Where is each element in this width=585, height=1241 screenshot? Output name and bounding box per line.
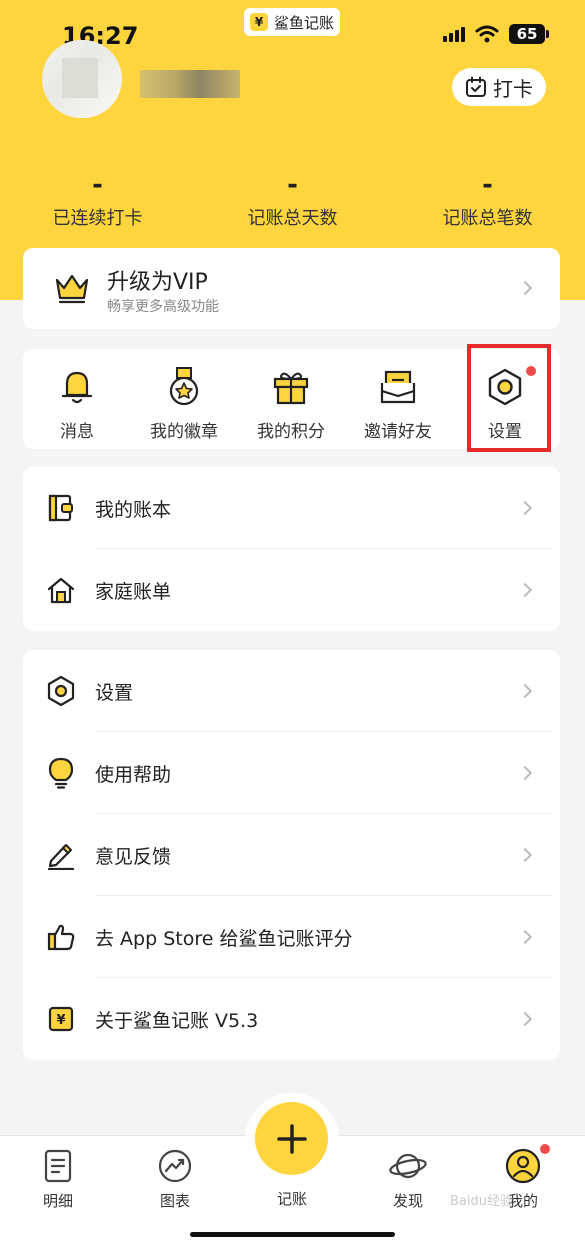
list-item-my-ledger[interactable]: 我的账本 xyxy=(23,467,560,549)
stat-label: 记账总天数 xyxy=(247,208,338,229)
yen-icon: ¥ xyxy=(250,13,268,31)
bell-icon xyxy=(61,371,93,404)
tab-label: 明细 xyxy=(42,1192,73,1210)
chevron-right-icon xyxy=(517,582,533,598)
stat-value: - xyxy=(482,170,493,200)
tab-label: 图表 xyxy=(159,1192,190,1210)
quick-label: 我的徽章 xyxy=(150,422,218,442)
quick-item-messages[interactable]: 消息 xyxy=(27,365,127,442)
chevron-right-icon xyxy=(517,847,533,863)
status-indicators: 65 xyxy=(443,24,549,44)
medal-icon xyxy=(169,367,199,406)
tab-charts[interactable]: 图表 xyxy=(130,1148,220,1211)
settings-highlight-box xyxy=(467,344,551,452)
plus-icon xyxy=(276,1123,307,1154)
stat-value: - xyxy=(287,170,298,200)
stat-total-days[interactable]: - 记账总天数 xyxy=(195,170,390,230)
user-icon xyxy=(505,1148,541,1184)
tab-details[interactable]: 明细 xyxy=(13,1148,103,1211)
add-record-button[interactable] xyxy=(255,1102,328,1175)
stat-label: 记账总笔数 xyxy=(442,208,533,229)
vip-upgrade-card[interactable]: 升级为VIP 畅享更多高级功能 xyxy=(23,248,560,329)
avatar[interactable] xyxy=(42,40,122,118)
quick-label: 消息 xyxy=(60,422,94,442)
svg-text:¥: ¥ xyxy=(56,1013,65,1028)
quick-item-invite[interactable]: 邀请好友 xyxy=(348,365,448,442)
stats-row: - 已连续打卡 - 记账总天数 - 记账总笔数 xyxy=(0,170,585,230)
checkin-label: 打卡 xyxy=(493,76,533,101)
chevron-right-icon xyxy=(517,683,533,699)
envelope-icon xyxy=(380,370,416,404)
yen-badge-icon: ¥ xyxy=(48,1006,74,1032)
chevron-right-icon xyxy=(517,280,533,296)
user-name-blurred xyxy=(140,70,240,98)
quick-item-badges[interactable]: 我的徽章 xyxy=(134,365,234,442)
list-item-help[interactable]: 使用帮助 xyxy=(23,732,560,814)
house-icon xyxy=(47,577,75,604)
app-return-pill[interactable]: ¥ 鲨鱼记账 xyxy=(244,8,340,36)
gift-icon xyxy=(273,372,309,405)
tab-label: 记账 xyxy=(276,1190,307,1208)
home-indicator xyxy=(190,1232,395,1237)
stat-total-entries[interactable]: - 记账总笔数 xyxy=(390,170,585,230)
quick-label: 邀请好友 xyxy=(364,422,432,442)
chevron-right-icon xyxy=(517,500,533,516)
lightbulb-icon xyxy=(48,757,74,789)
list-item-label: 家庭账单 xyxy=(95,581,172,603)
general-list-card: 设置 使用帮助 意见反馈 去 App Store 给鲨鱼记账评分 ¥ 关于鲨鱼记… xyxy=(23,650,560,1060)
quick-item-points[interactable]: 我的积分 xyxy=(241,365,341,442)
vip-subtitle: 畅享更多高级功能 xyxy=(107,299,219,315)
settings-icon xyxy=(47,675,75,707)
list-item-about[interactable]: ¥ 关于鲨鱼记账 V5.3 xyxy=(23,978,560,1060)
chart-icon xyxy=(158,1149,192,1183)
battery-icon: 65 xyxy=(509,24,549,44)
stat-value: - xyxy=(92,170,103,200)
quick-label: 我的积分 xyxy=(257,422,325,442)
tab-discover[interactable]: 发现 xyxy=(363,1148,453,1211)
signal-icon xyxy=(443,26,465,42)
app-pill-label: 鲨鱼记账 xyxy=(274,13,335,32)
document-icon xyxy=(44,1149,72,1183)
wifi-icon xyxy=(475,25,499,43)
notification-dot xyxy=(540,1144,550,1154)
list-item-label: 去 App Store 给鲨鱼记账评分 xyxy=(95,928,353,950)
list-item-label: 我的账本 xyxy=(95,499,172,521)
list-item-label: 意见反馈 xyxy=(95,846,172,868)
list-item-family-bill[interactable]: 家庭账单 xyxy=(23,549,560,631)
list-item-feedback[interactable]: 意见反馈 xyxy=(23,814,560,896)
ledger-icon xyxy=(48,494,73,522)
watermark: Baidu经验 xyxy=(450,1194,513,1209)
list-item-rate-app[interactable]: 去 App Store 给鲨鱼记账评分 xyxy=(23,896,560,978)
chevron-right-icon xyxy=(517,1011,533,1027)
crown-icon xyxy=(55,274,89,304)
stat-label: 已连续打卡 xyxy=(52,208,143,229)
thumbs-up-icon xyxy=(47,924,75,951)
chevron-right-icon xyxy=(517,929,533,945)
list-item-label: 使用帮助 xyxy=(95,764,172,786)
planet-icon xyxy=(389,1153,427,1179)
chevron-right-icon xyxy=(517,765,533,781)
pencil-icon xyxy=(47,844,75,870)
stat-streak[interactable]: - 已连续打卡 xyxy=(0,170,195,230)
list-item-label: 设置 xyxy=(95,682,134,704)
tab-label: 发现 xyxy=(392,1192,423,1210)
list-item-settings[interactable]: 设置 xyxy=(23,650,560,732)
vip-title: 升级为VIP xyxy=(107,270,208,295)
checkin-button[interactable]: 打卡 xyxy=(452,68,546,106)
calendar-check-icon xyxy=(466,76,486,97)
ledger-list-card: 我的账本 家庭账单 xyxy=(23,467,560,631)
list-item-label: 关于鲨鱼记账 V5.3 xyxy=(95,1010,259,1032)
